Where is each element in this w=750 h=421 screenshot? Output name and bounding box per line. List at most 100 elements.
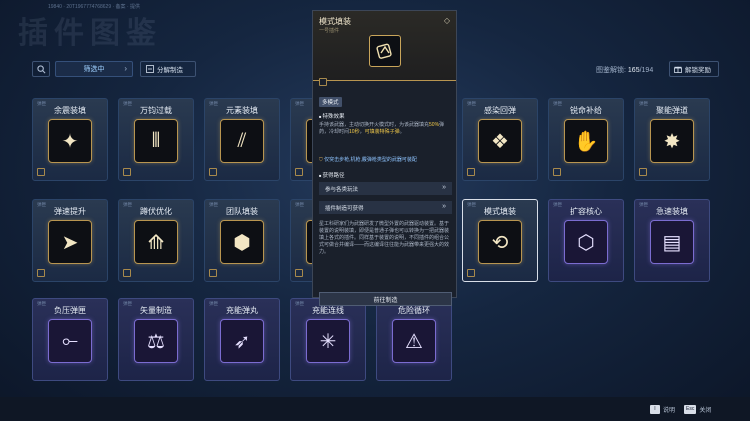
card-name: 急速装填 — [656, 207, 688, 216]
quality-mark-icon — [639, 168, 647, 176]
plugin-card[interactable]: 弹匣 模式填装 ⟲ — [462, 199, 538, 282]
card-name: 元素装填 — [226, 106, 258, 115]
search-button[interactable] — [32, 61, 50, 77]
quality-mark-icon — [319, 78, 327, 86]
quality-mark-icon — [295, 269, 303, 277]
card-name: 团队填装 — [226, 207, 258, 216]
plugin-card[interactable]: 弹匣 充能连线 ✳ — [290, 298, 366, 381]
quality-mark-icon — [467, 269, 475, 277]
source-activities-label: 参与各类玩法 — [325, 186, 359, 193]
close-hint[interactable]: Esc 关闭 — [684, 405, 711, 414]
card-tag: 弹匣 — [295, 202, 304, 207]
diamond-icon: ◇ — [443, 16, 450, 25]
plugin-card[interactable]: 弹匣 锐命补给 ✋ — [548, 98, 624, 181]
quality-mark-icon — [123, 168, 131, 176]
plugin-card[interactable]: 弹匣 元素装填 ⫽ — [204, 98, 280, 181]
filter-dropdown[interactable]: 筛选中 › — [55, 61, 133, 77]
quality-mark-icon — [123, 269, 131, 277]
plugin-card[interactable]: 弹匣 团队填装 ⬢ — [204, 199, 280, 282]
plugin-card[interactable]: 弹匣 蹲伏优化 ⟰ — [118, 199, 194, 282]
plugin-icon — [369, 35, 401, 67]
quality-mark-icon — [553, 168, 561, 176]
gift-icon — [674, 66, 682, 73]
plugin-card[interactable]: 弹匣 矢量制造 ⚖ — [118, 298, 194, 381]
card-name: 锐命补给 — [570, 106, 602, 115]
card-name: 充能连线 — [312, 306, 344, 315]
effect-text: 手持该武器，主动切换开火模式时，为该武器填充50%弹药，冷却时间10秒，可填装特… — [319, 122, 451, 136]
plugin-card[interactable]: 弹匣 充能弹丸 ➶ — [204, 298, 280, 381]
plugin-card[interactable]: 弹匣 万钧过载 ⫴ — [118, 98, 194, 181]
plugin-icon: ⚖ — [134, 319, 178, 363]
help-hint[interactable]: I 说明 — [650, 405, 675, 414]
card-name: 万钧过载 — [140, 106, 172, 115]
quality-mark-icon — [467, 168, 475, 176]
card-name: 危险循环 — [398, 306, 430, 315]
unlock-reward-button[interactable]: 解锁奖励 — [669, 61, 719, 77]
progress-value: 165 — [627, 67, 640, 74]
plugin-card[interactable]: 弹匣 负压弹匣 ⟜ — [32, 298, 108, 381]
card-name: 矢量制造 — [140, 306, 172, 315]
decompose-icon — [146, 65, 154, 73]
quality-mark-icon — [37, 168, 45, 176]
plugin-card[interactable]: 弹匣 弹速提升 ➤ — [32, 199, 108, 282]
plugin-card[interactable]: 弹匣 聚能弹道 ✸ — [634, 98, 710, 181]
source-activities-row[interactable]: 参与各类玩法 » — [319, 182, 452, 195]
weapon-restriction: ⛉ 仅突击步枪,机枪,霰弹枪类型的武器可装配 — [319, 156, 451, 163]
double-chevron-right-icon: » — [442, 184, 446, 191]
quality-mark-icon — [37, 269, 45, 277]
plugin-icon: ➶ — [220, 319, 264, 363]
card-name: 余震装填 — [54, 106, 86, 115]
source-crafting-label: 插件制造可获得 — [325, 205, 364, 212]
effect-highlight-1: 50% — [429, 122, 440, 128]
effect-text-1: 手持该武器，主动切换开火模式时，为该武器填充 — [319, 122, 430, 128]
plugin-icon: ⫴ — [134, 119, 178, 163]
reward-label: 解锁奖励 — [685, 67, 711, 74]
progress-label: 图鉴解锁: — [596, 67, 626, 74]
plugin-icon: ❖ — [478, 119, 522, 163]
effect-text-4: 。 — [399, 129, 405, 135]
card-tag: 弹匣 — [295, 101, 304, 106]
quality-mark-icon — [209, 269, 217, 277]
card-name: 蹲伏优化 — [140, 207, 172, 216]
plugin-icon: ⟰ — [134, 220, 178, 264]
plugin-card[interactable]: 弹匣 扩容核心 ⬡ — [548, 199, 624, 282]
close-key: Esc — [684, 405, 697, 414]
card-name: 聚能弹道 — [656, 106, 688, 115]
page-bg-title: 插件图鉴 — [18, 17, 162, 50]
plugin-icon: ✦ — [48, 119, 92, 163]
plugin-icon: ⟲ — [478, 220, 522, 264]
help-key: I — [650, 405, 660, 414]
goto-craft-button[interactable]: 前往制造 — [319, 292, 452, 306]
search-icon — [36, 64, 45, 73]
plugin-card[interactable]: 弹匣危险循环⚠ — [376, 298, 452, 381]
collection-progress: 图鉴解锁: 165/194 — [596, 65, 653, 75]
source-crafting-row[interactable]: 插件制造可获得 » — [319, 201, 452, 214]
popup-header: 模式填装 一号插件 ◇ — [313, 11, 456, 81]
decompose-button[interactable]: 分解制造 — [140, 61, 196, 77]
double-chevron-right-icon: » — [442, 203, 446, 210]
card-name: 充能弹丸 — [226, 306, 258, 315]
plugin-card[interactable]: 弹匣 感染回弹 ❖ — [462, 98, 538, 181]
card-name: 模式填装 — [484, 207, 516, 216]
effect-highlight-2: 10秒 — [349, 129, 360, 135]
popup-title: 模式填装 — [319, 17, 351, 26]
quality-mark-icon — [295, 168, 303, 176]
plugin-icon: ⚠ — [392, 319, 436, 363]
close-label: 关闭 — [699, 408, 712, 414]
progress-total: /194 — [639, 67, 654, 74]
plugin-icon: ✳ — [306, 319, 350, 363]
effect-highlight-3: 可填装特殊子弹 — [364, 129, 400, 135]
plugin-icon: ⫽ — [220, 119, 264, 163]
card-name: 感染回弹 — [484, 106, 516, 115]
effect-header: 特殊效果 — [319, 112, 345, 120]
popup-subtitle: 一号插件 — [319, 28, 340, 34]
restriction-text: 仅突击步枪,机枪,霰弹枪类型的武器可装配 — [324, 157, 417, 163]
plugin-icon: ➤ — [48, 220, 92, 264]
card-name: 扩容核心 — [570, 207, 602, 216]
uid-text: 19840 · 20T1967774768629 · 备案 · 提供 — [48, 4, 140, 10]
decompose-label: 分解制造 — [157, 67, 183, 74]
card-name: 弹速提升 — [54, 207, 86, 216]
plugin-card[interactable]: 弹匣 余震装填 ✦ — [32, 98, 108, 181]
plugin-card[interactable]: 弹匣 急速装填 ▤ — [634, 199, 710, 282]
plugin-icon: ▤ — [650, 220, 694, 264]
